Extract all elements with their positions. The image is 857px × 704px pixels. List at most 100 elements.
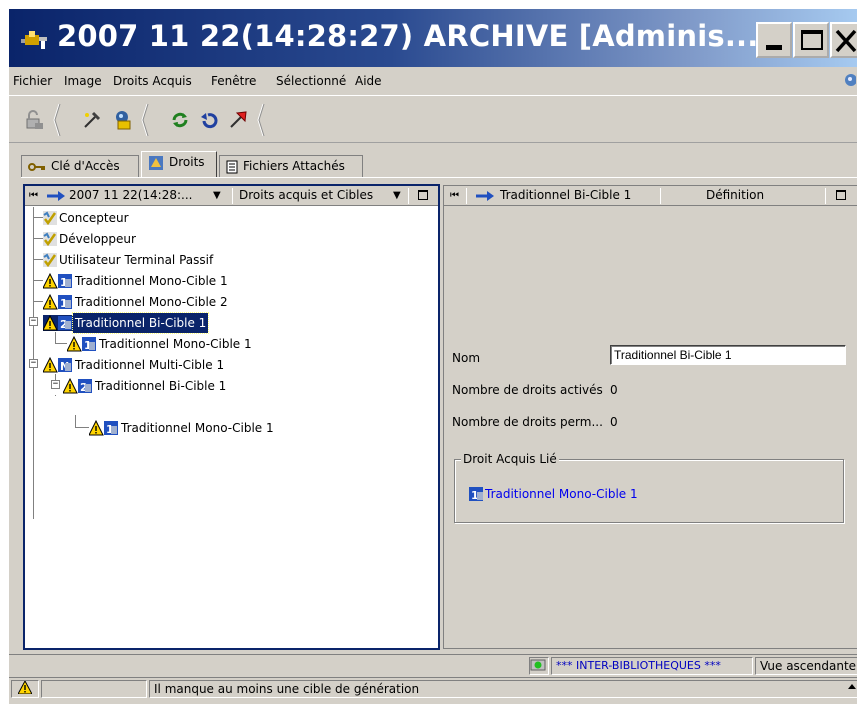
rights-icon xyxy=(149,155,163,170)
nom-field[interactable] xyxy=(610,345,846,365)
droits-actives-value: 0 xyxy=(610,383,618,397)
definition-panel: ⏮ Traditionnel Bi-Cible 1 Définition Nom… xyxy=(443,185,857,649)
status-spacer xyxy=(41,680,147,698)
undo-icon[interactable] xyxy=(198,109,220,131)
maximize-button[interactable] xyxy=(793,22,829,58)
warning-icon xyxy=(17,681,33,695)
status-warning xyxy=(11,680,39,698)
warning-bi-icon: 2 xyxy=(63,377,92,394)
first-nav-icon[interactable]: ⏮ xyxy=(450,186,459,205)
chevron-down-icon[interactable]: ▼ xyxy=(393,186,401,205)
chevron-down-icon[interactable]: ▼ xyxy=(213,186,221,205)
menu-aide[interactable]: Aide xyxy=(355,74,382,88)
minimize-button[interactable] xyxy=(756,22,792,58)
droit-acquis-lie-group: Droit Acquis Lié 1 Traditionnel Mono-Cibl… xyxy=(454,452,844,523)
document-icon xyxy=(226,160,238,173)
header-divider xyxy=(660,188,661,204)
tab-cle-acces[interactable]: Clé d'Accès xyxy=(21,155,139,177)
definition-title: Traditionnel Bi-Cible 1 xyxy=(500,188,632,202)
view-mode-status[interactable]: Vue ascendante xyxy=(755,657,857,675)
maximize-panel-icon[interactable] xyxy=(418,190,428,200)
close-button[interactable] xyxy=(830,22,857,58)
collapse-toggle[interactable]: − xyxy=(29,317,38,326)
status-bar-bottom: Il manque au moins une cible de générati… xyxy=(9,677,857,699)
menu-fichier[interactable]: Fichier xyxy=(13,74,52,88)
linked-right-label: Traditionnel Mono-Cible 1 xyxy=(485,487,638,501)
menu-fenetre[interactable]: Fenêtre xyxy=(211,74,256,88)
toolbar xyxy=(9,95,857,143)
linked-right-link[interactable]: 1 Traditionnel Mono-Cible 1 xyxy=(469,486,638,502)
tree-node-mono-cible-1-child[interactable]: 1 Traditionnel Mono-Cible 1 xyxy=(67,333,254,353)
warning-mono-icon: 1 xyxy=(67,335,96,352)
collapse-toggle[interactable]: − xyxy=(51,380,60,389)
first-nav-icon[interactable]: ⏮ xyxy=(29,186,38,205)
wand-icon[interactable] xyxy=(81,109,103,131)
inter-bibliotheques-status: *** INTER-BIBLIOTHEQUES *** xyxy=(551,657,753,675)
tree-node-bi-cible-1-nested[interactable]: 2 Traditionnel Bi-Cible 1 xyxy=(63,375,228,395)
maximize-panel-icon[interactable] xyxy=(836,190,846,200)
tree-node-mono-cible-1[interactable]: 1 Traditionnel Mono-Cible 1 xyxy=(43,270,230,290)
tree-node-mono-cible-2[interactable]: 1 Traditionnel Mono-Cible 2 xyxy=(43,291,230,311)
user-check-icon xyxy=(43,252,57,267)
group-title: Droit Acquis Lié xyxy=(461,452,559,466)
lock-icon[interactable] xyxy=(23,109,45,131)
warning-mono-icon: 1 xyxy=(43,293,72,310)
refresh-icon[interactable] xyxy=(169,109,191,131)
definition-panel-header: ⏮ Traditionnel Bi-Cible 1 Définition xyxy=(444,186,857,206)
title-bar[interactable]: 2007 11 22(14:28:27) ARCHIVE [Adminis... xyxy=(9,9,857,67)
arrow-icon[interactable] xyxy=(227,109,249,131)
menu-bar: Fichier Image Droits Acquis Fenêtre Séle… xyxy=(9,70,857,92)
warning-mono-icon: 1 xyxy=(43,272,72,289)
tree-node-label: Développeur xyxy=(59,231,136,246)
tab-label: Clé d'Accès xyxy=(51,159,120,173)
header-divider xyxy=(466,188,467,204)
user-check-icon xyxy=(43,231,57,246)
menu-selectionne[interactable]: Sélectionné xyxy=(276,74,346,88)
tree-node-multi-cible-1[interactable]: N Traditionnel Multi-Cible 1 xyxy=(43,354,226,374)
date-dropdown[interactable]: 2007 11 22(14:28:... xyxy=(69,186,192,205)
collapse-toggle[interactable]: − xyxy=(29,359,38,368)
menu-image[interactable]: Image xyxy=(64,74,102,88)
status-message: Il manque au moins une cible de générati… xyxy=(149,680,857,698)
tree-node-bi-cible-1[interactable]: 2 Traditionnel Bi-Cible 1 xyxy=(43,311,210,334)
app-icon xyxy=(21,31,47,49)
tree-node-label: Traditionnel Mono-Cible 1 xyxy=(75,273,228,288)
droits-actives-label: Nombre de droits activés xyxy=(452,383,603,397)
tree-panel-header: ⏮ 2007 11 22(14:28:... ▼ Droits acquis e… xyxy=(25,186,438,206)
status-bar-top: *** INTER-BIBLIOTHEQUES *** Vue ascendan… xyxy=(9,654,857,676)
tab-label: Droits xyxy=(169,155,205,169)
tree-node-label: Traditionnel Bi-Cible 1 xyxy=(95,378,227,393)
tree-node-label: Concepteur xyxy=(59,210,129,225)
droits-perm-value: 0 xyxy=(610,415,618,429)
warning-mono-icon: 1 xyxy=(89,419,118,436)
tree-node-concepteur[interactable]: Concepteur xyxy=(43,207,131,227)
nom-label: Nom xyxy=(452,351,481,365)
stamp-icon[interactable] xyxy=(112,109,134,131)
header-divider xyxy=(232,188,233,204)
header-divider xyxy=(825,188,826,204)
header-divider xyxy=(408,188,409,204)
tree-node-developpeur[interactable]: Développeur xyxy=(43,228,138,248)
toolbar-separator xyxy=(53,104,61,136)
minimize-icon xyxy=(766,45,782,50)
view-dropdown[interactable]: Droits acquis et Cibles xyxy=(239,186,373,205)
tab-label: Fichiers Attachés xyxy=(243,159,345,173)
green-light-icon xyxy=(530,659,546,671)
close-icon xyxy=(835,29,857,53)
tab-droits[interactable]: Droits xyxy=(141,151,217,177)
user-check-icon xyxy=(43,210,57,225)
definition-column-header: Définition xyxy=(706,188,765,202)
menu-droits-acquis[interactable]: Droits Acquis xyxy=(113,74,192,88)
application-window: 2007 11 22(14:28:27) ARCHIVE [Adminis...… xyxy=(8,8,857,704)
arrow-right-icon xyxy=(476,191,494,201)
tab-fichiers-attaches[interactable]: Fichiers Attachés xyxy=(219,155,363,177)
tree-node-mono-cible-1-nested[interactable]: 1 Traditionnel Mono-Cible 1 xyxy=(89,417,276,437)
tree-node-label: Traditionnel Multi-Cible 1 xyxy=(75,357,225,372)
tree-node-label: Utilisateur Terminal Passif xyxy=(59,252,214,267)
maximize-icon xyxy=(801,30,823,50)
tree-node-label: Traditionnel Mono-Cible 1 xyxy=(99,336,252,351)
scroll-up-icon[interactable] xyxy=(848,684,856,689)
warning-multi-icon: N xyxy=(43,356,72,373)
tree-node-utilisateur[interactable]: Utilisateur Terminal Passif xyxy=(43,249,215,269)
warning-bi-icon: 2 xyxy=(43,314,73,331)
